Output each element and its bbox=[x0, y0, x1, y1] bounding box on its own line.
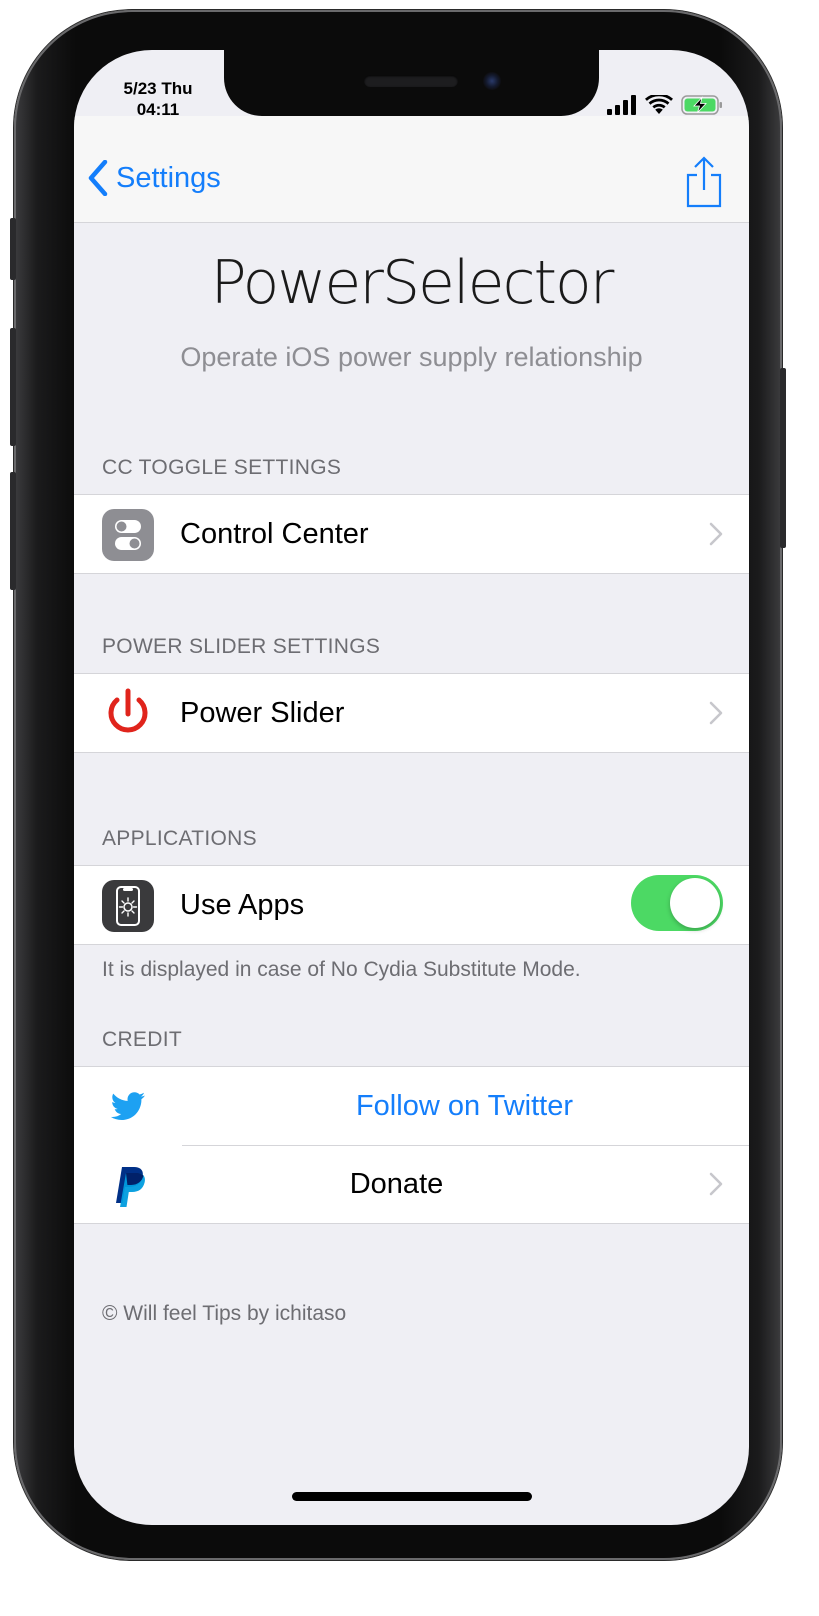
share-icon bbox=[686, 156, 722, 208]
copyright-text: © Will feel Tips by ichitaso bbox=[102, 1302, 347, 1325]
home-indicator[interactable] bbox=[292, 1492, 532, 1501]
use-apps-row: Use Apps bbox=[74, 866, 749, 944]
section-header-credit: CREDIT bbox=[102, 1028, 182, 1051]
applications-footer-note: It is displayed in case of No Cydia Subs… bbox=[102, 958, 581, 981]
control-center-icon bbox=[102, 509, 154, 561]
navigation-bar: Settings bbox=[74, 116, 749, 223]
section-header-cc-toggle: CC TOGGLE SETTINGS bbox=[102, 456, 342, 479]
page-subtitle: Operate iOS power supply relationship bbox=[180, 342, 643, 372]
toggle-knob bbox=[670, 878, 720, 928]
status-date: 5/23 Thu bbox=[123, 79, 193, 98]
group-power-slider: Power Slider bbox=[74, 673, 749, 753]
donate-label: Donate bbox=[349, 1168, 444, 1200]
chevron-right-icon bbox=[709, 701, 723, 725]
chevron-right-icon bbox=[709, 1172, 723, 1196]
screen: 5/23 Thu 04:11 Settings PowerSelector Op… bbox=[74, 50, 749, 1525]
phone-apps-icon bbox=[102, 880, 154, 932]
back-button[interactable]: Settings bbox=[88, 160, 221, 196]
battery-charging-icon bbox=[681, 95, 722, 115]
control-center-row[interactable]: Control Center bbox=[74, 495, 749, 573]
paypal-icon bbox=[102, 1159, 154, 1211]
group-credit: Follow on Twitter Donate bbox=[74, 1066, 749, 1224]
front-camera bbox=[483, 72, 501, 90]
group-cc-toggle: Control Center bbox=[74, 494, 749, 574]
group-applications: Use Apps bbox=[74, 865, 749, 945]
side-button bbox=[780, 368, 786, 548]
cellular-signal-icon bbox=[607, 95, 636, 115]
chevron-right-icon bbox=[709, 522, 723, 546]
twitter-icon bbox=[102, 1081, 154, 1133]
section-header-applications: APPLICATIONS bbox=[102, 827, 257, 850]
section-header-power-slider: POWER SLIDER SETTINGS bbox=[102, 635, 381, 658]
use-apps-label: Use Apps bbox=[180, 889, 305, 921]
page-title: PowerSelector bbox=[210, 248, 615, 318]
donate-row[interactable]: Donate bbox=[74, 1145, 749, 1223]
share-button[interactable] bbox=[685, 156, 723, 213]
silent-switch bbox=[10, 218, 16, 280]
chevron-left-icon bbox=[88, 160, 108, 196]
follow-on-twitter-row[interactable]: Follow on Twitter bbox=[74, 1067, 749, 1145]
status-icons bbox=[607, 94, 723, 116]
power-icon bbox=[102, 688, 154, 740]
notch bbox=[224, 50, 599, 116]
wifi-icon bbox=[645, 95, 673, 114]
status-clock: 5/23 Thu 04:11 bbox=[118, 78, 198, 120]
follow-on-twitter-label: Follow on Twitter bbox=[355, 1090, 574, 1122]
back-button-label: Settings bbox=[116, 161, 221, 194]
power-slider-label: Power Slider bbox=[180, 697, 345, 729]
power-slider-row[interactable]: Power Slider bbox=[74, 674, 749, 752]
use-apps-toggle[interactable] bbox=[631, 875, 723, 931]
control-center-label: Control Center bbox=[180, 518, 369, 550]
volume-down-button bbox=[10, 472, 16, 590]
speaker-grille bbox=[364, 75, 458, 87]
volume-up-button bbox=[10, 328, 16, 446]
phone-frame: 5/23 Thu 04:11 Settings PowerSelector Op… bbox=[10, 10, 786, 1560]
